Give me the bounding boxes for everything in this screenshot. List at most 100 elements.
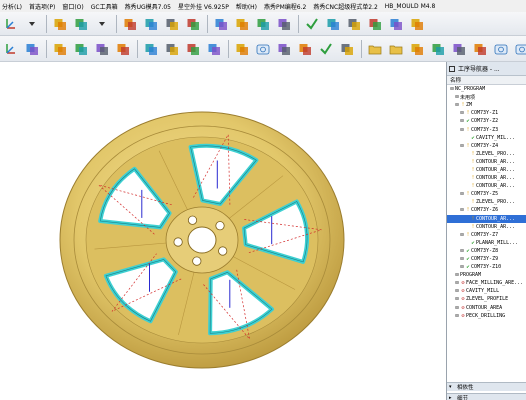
- toolbar-separator: [361, 39, 362, 58]
- tree-node[interactable]: ! CONTOUR_AR...: [447, 174, 526, 182]
- section-dependencies[interactable]: ▾ 相依性: [447, 382, 526, 391]
- gc-toolbox-icon[interactable]: [121, 15, 138, 32]
- measure-icon[interactable]: [275, 15, 292, 32]
- spring-icon[interactable]: [184, 15, 201, 32]
- layer-icon[interactable]: [408, 15, 425, 32]
- shop-doc-icon[interactable]: [184, 40, 201, 57]
- tree-node[interactable]: ⊟ ⊘ FACE_MILLING_ARE...: [447, 279, 526, 287]
- graphics-window[interactable]: [0, 62, 446, 400]
- section-label: 相依性: [457, 385, 474, 391]
- axis-triad-icon[interactable]: [2, 40, 19, 57]
- menu-item[interactable]: 星空外挂 V6.925P: [178, 2, 229, 11]
- recent-icon[interactable]: [492, 40, 509, 57]
- tree-node[interactable]: ⊟! COM73Y-Z1: [447, 109, 526, 117]
- tree-node[interactable]: ⊟! ZM: [447, 101, 526, 109]
- alloy-wheel-model[interactable]: [0, 62, 446, 400]
- tree-node[interactable]: ⊟! COM73Y-Z6: [447, 206, 526, 214]
- menu-item[interactable]: 帮助(H): [236, 2, 257, 11]
- menu-item[interactable]: 首选项(P): [29, 2, 55, 11]
- main-toolbar: [0, 12, 526, 36]
- fit-view-icon[interactable]: [51, 15, 68, 32]
- tree-node[interactable]: ! CONTOUR_AR...: [447, 214, 526, 223]
- menu-item[interactable]: 燕秀CNC超级程式单2.2: [313, 2, 377, 11]
- tree-node[interactable]: ⊟! COM73Y-Z4: [447, 142, 526, 150]
- play-icon[interactable]: [324, 15, 341, 32]
- tree-node-label: COM73Y-Z8: [471, 247, 499, 254]
- tree-node-label: CONTOUR_AR...: [476, 183, 516, 190]
- list-icon[interactable]: [296, 40, 313, 57]
- cylinder-icon[interactable]: [254, 40, 271, 57]
- tree-node-label: COM73Y-Z3: [471, 126, 499, 133]
- tree-node[interactable]: ! CONTOUR_AR...: [447, 166, 526, 174]
- tree-node[interactable]: ! CONTOUR_AR...: [447, 182, 526, 190]
- tree-node[interactable]: ⊟ ⊘ ZLEVEL_PROFILE: [447, 295, 526, 303]
- check-mark-icon[interactable]: [303, 15, 320, 32]
- tree-node[interactable]: ! CONTOUR_AR...: [447, 158, 526, 166]
- tree-node-label: CONTOUR_AR...: [476, 166, 516, 173]
- menu-item[interactable]: 分析(L): [2, 2, 22, 11]
- save-icon[interactable]: [254, 15, 271, 32]
- open-folder-icon[interactable]: [366, 40, 383, 57]
- menu-item[interactable]: 燕秀PM编程6.2: [264, 2, 306, 11]
- axis-triad-icon[interactable]: [2, 15, 19, 32]
- note-icon[interactable]: [408, 40, 425, 57]
- tree-node[interactable]: ⊟ ✔ COM73Y-Z2: [447, 117, 526, 125]
- tree-node[interactable]: ⊟ ⊘ PECK_DRILLING: [447, 312, 526, 320]
- table-icon[interactable]: [338, 40, 355, 57]
- menu-item[interactable]: HB_MOULD M4.8: [385, 3, 436, 10]
- tree-node[interactable]: ⊟ ✔ COM73Y-Z9: [447, 255, 526, 263]
- menu-item[interactable]: GC工具箱: [91, 2, 118, 11]
- lug-hole: [215, 221, 225, 231]
- grid-icon[interactable]: [275, 40, 292, 57]
- tree-node[interactable]: ✔ CAVITY_MIL...: [447, 134, 526, 142]
- tree-node[interactable]: ⊟ PROGRAM: [447, 271, 526, 279]
- menu-bar: 分析(L) 首选项(P) 窗口(O) GC工具箱 燕秀UG模具7.05 星空外挂…: [0, 0, 526, 12]
- menu-item[interactable]: 燕秀UG模具7.05: [125, 2, 171, 11]
- tree-node[interactable]: ⊟ NC_PROGRAM: [447, 85, 526, 93]
- mirror-icon[interactable]: [471, 40, 488, 57]
- verify-icon[interactable]: [114, 40, 131, 57]
- lug-hole: [173, 237, 183, 247]
- pencil-icon[interactable]: [212, 15, 229, 32]
- tree-node[interactable]: ⊟ ⊘ CAVITY_MILL: [447, 287, 526, 295]
- shaded-render-icon[interactable]: [72, 15, 89, 32]
- cut-icon[interactable]: [387, 15, 404, 32]
- save-folder-icon[interactable]: [387, 40, 404, 57]
- tree-node[interactable]: ⊟ ✔ COM73Y-Z8: [447, 247, 526, 255]
- cube-icon[interactable]: [23, 40, 40, 57]
- dropdown-icon[interactable]: [23, 15, 40, 32]
- tree-node[interactable]: ! ZLEVEL_PRO...: [447, 198, 526, 206]
- tree-node[interactable]: ! CONTOUR_AR...: [447, 223, 526, 231]
- stop-icon[interactable]: [345, 15, 362, 32]
- column-header-name[interactable]: 名称: [447, 76, 526, 85]
- menu-item[interactable]: 窗口(O): [62, 2, 83, 11]
- generate-path-icon[interactable]: [51, 40, 68, 57]
- section-details[interactable]: ▸ 细节: [447, 393, 526, 400]
- save-as-icon[interactable]: [429, 40, 446, 57]
- tree-node[interactable]: ⊟! COM73Y-Z7: [447, 231, 526, 239]
- hatch-icon[interactable]: [233, 15, 250, 32]
- tree-node-label: COM73Y-Z2: [471, 118, 499, 125]
- check-icon[interactable]: [317, 40, 334, 57]
- view-layout-icon[interactable]: [450, 40, 467, 57]
- paint-bucket-icon[interactable]: [163, 40, 180, 57]
- postprocess-icon[interactable]: [142, 40, 159, 57]
- tree-node[interactable]: ⊟! COM73Y-Z5: [447, 190, 526, 198]
- camera-icon[interactable]: [513, 40, 526, 57]
- yanxiu-mold-icon[interactable]: [142, 15, 159, 32]
- tool-library-icon[interactable]: [93, 40, 110, 57]
- tree-node[interactable]: ⊟ ✔ COM73Y-Z10: [447, 263, 526, 271]
- stack-icon[interactable]: [205, 40, 222, 57]
- tree-node[interactable]: ⊟ 未用项: [447, 93, 526, 101]
- tree-node[interactable]: ! ZLEVEL_PRO...: [447, 150, 526, 158]
- dropdown-icon[interactable]: [93, 15, 110, 32]
- mold-wizard-icon[interactable]: [163, 15, 180, 32]
- tree-node-label: ZLEVEL_PRO...: [476, 199, 516, 206]
- tree-node[interactable]: ⊟ ⊘ CONTOUR_AREA: [447, 304, 526, 312]
- layer-settings-icon[interactable]: [72, 40, 89, 57]
- tree-node[interactable]: ⊟! COM73Y-Z3: [447, 125, 526, 133]
- pin-icon[interactable]: [449, 65, 455, 72]
- tree-node[interactable]: ✔ PLANAR_MILL...: [447, 239, 526, 247]
- model-icon[interactable]: [233, 40, 250, 57]
- sketch-icon[interactable]: [366, 15, 383, 32]
